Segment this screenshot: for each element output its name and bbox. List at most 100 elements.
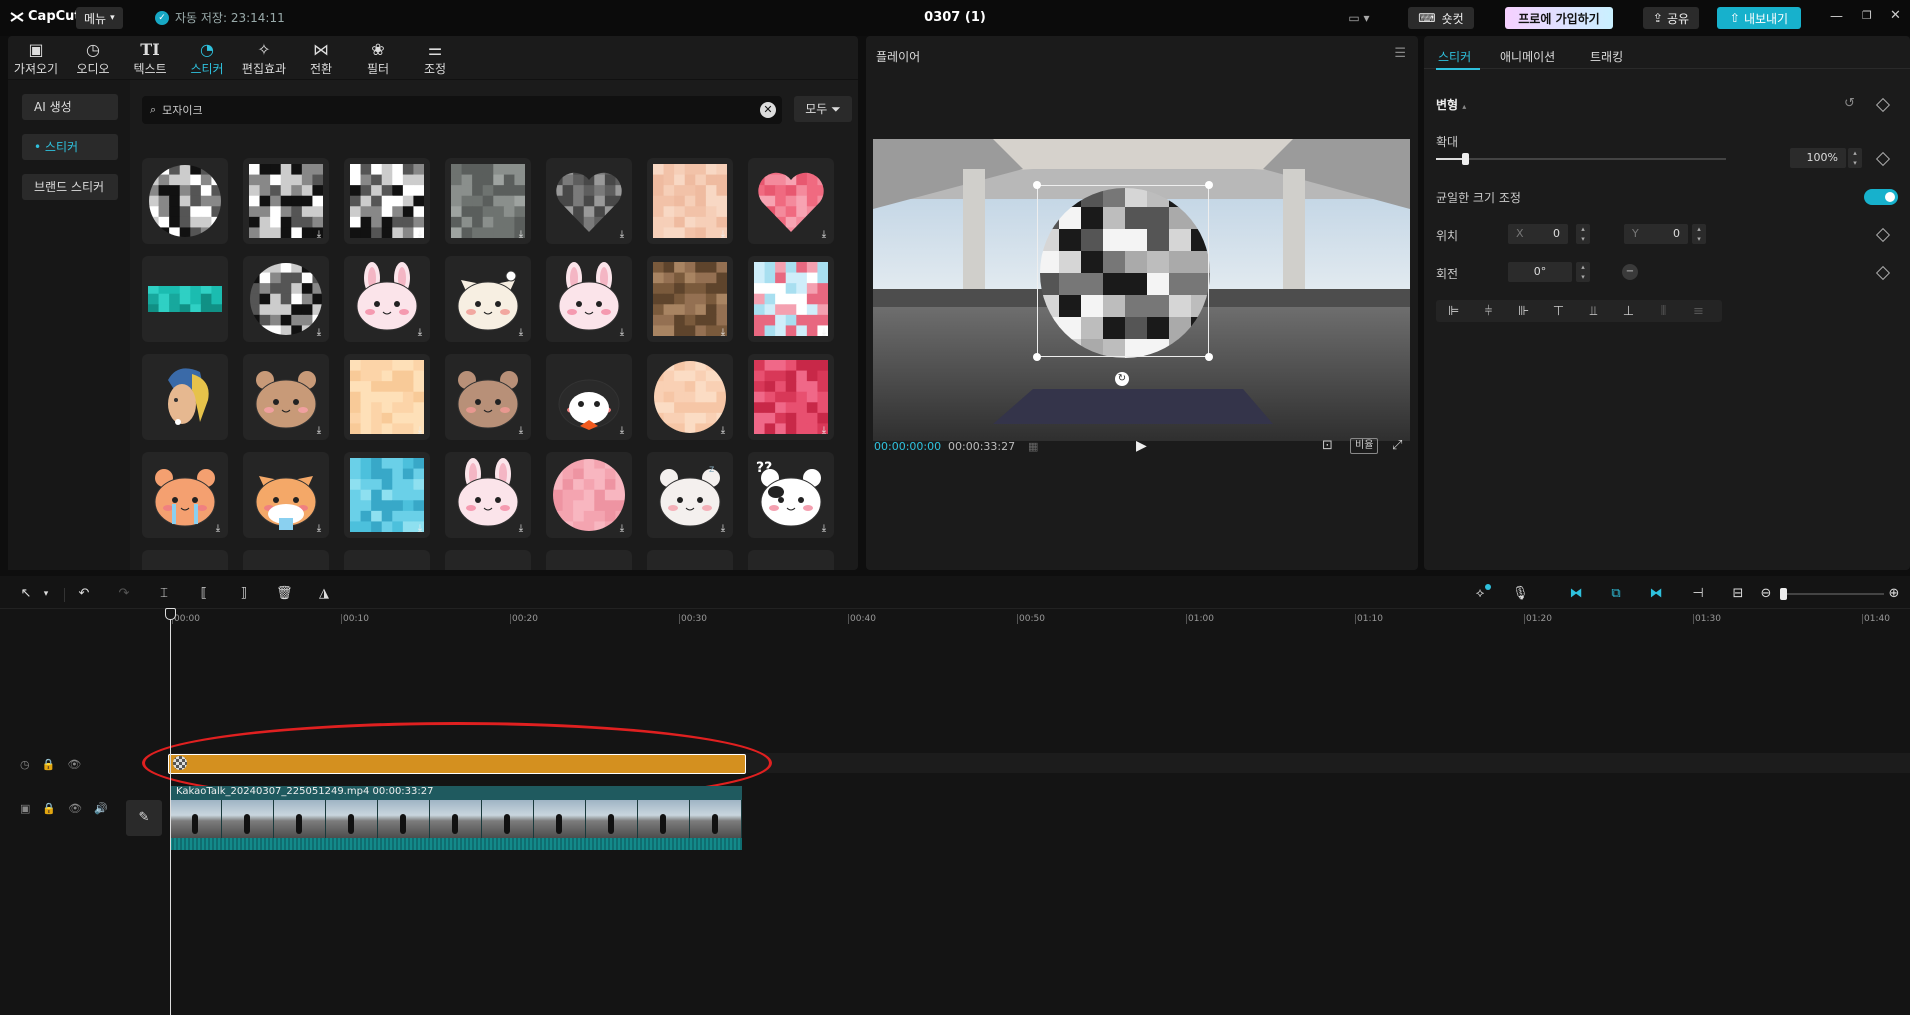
download-icon[interactable]: ⤓: [616, 523, 628, 535]
tab-transition[interactable]: ⋈ 전환: [293, 40, 349, 80]
download-icon[interactable]: ⤓: [414, 425, 426, 437]
sticker-tile-mosaic-square-red[interactable]: ⤓: [748, 354, 834, 440]
download-icon[interactable]: ⤓: [313, 425, 325, 437]
align-bottom-icon[interactable]: ⊥: [1611, 304, 1646, 319]
tab-animation[interactable]: 애니메이션: [1500, 48, 1555, 65]
menu-button[interactable]: 메뉴 ▾: [76, 7, 123, 29]
sticker-tile-partial[interactable]: [546, 550, 632, 570]
tab-import[interactable]: ▣ 가져오기: [8, 40, 64, 80]
split-right-icon[interactable]: ⟧: [236, 586, 252, 602]
position-y-field[interactable]: Y 0: [1624, 224, 1688, 244]
close-icon[interactable]: ✕: [1890, 8, 1901, 23]
section-title[interactable]: 변형 ▴: [1436, 96, 1466, 113]
time-ruler[interactable]: 00:00 00:10 00:20 00:30 00:40 00:50 01:00 01:10…: [120, 608, 1910, 630]
select-tool-icon[interactable]: ↖: [18, 586, 34, 602]
uniform-scale-toggle[interactable]: [1864, 189, 1898, 205]
sticker-tile-bunny-face-2[interactable]: ⤓: [546, 256, 632, 342]
redo-icon[interactable]: ↷: [116, 586, 132, 602]
scale-stepper[interactable]: ▴ ▾: [1848, 148, 1862, 168]
scale-slider[interactable]: [1436, 153, 1726, 165]
sticker-tile-mosaic-square-peach[interactable]: ⤓: [344, 354, 430, 440]
sticker-tile-cow-confused[interactable]: ?? ⤓: [748, 452, 834, 538]
download-icon[interactable]: ⤓: [717, 523, 729, 535]
tab-effects[interactable]: ✧ 편집효과: [236, 40, 292, 80]
timecode-grid-icon[interactable]: ▦: [1028, 440, 1038, 453]
sticker-tile-mosaic-square-pastel[interactable]: ⤓: [748, 256, 834, 342]
rotation-field[interactable]: 0°: [1508, 262, 1572, 282]
sticker-tile-mosaic-square-brown[interactable]: ⤓: [647, 256, 733, 342]
minimize-icon[interactable]: —: [1830, 9, 1843, 24]
zoom-out-icon[interactable]: ⊖: [1758, 586, 1774, 602]
reset-icon[interactable]: ↺: [1844, 96, 1855, 111]
search-input[interactable]: 모자이크: [162, 102, 202, 118]
distribute-h-icon[interactable]: ⫴: [1646, 304, 1681, 319]
keyframe-icon[interactable]: [1875, 265, 1891, 281]
resize-handle[interactable]: [1205, 353, 1213, 361]
download-icon[interactable]: ⤓: [515, 327, 527, 339]
sidebar-item-ai[interactable]: AI 생성: [22, 94, 118, 120]
sticker-tile-fluffy-bear[interactable]: ⤓: [445, 354, 531, 440]
download-icon[interactable]: ⤓: [313, 327, 325, 339]
download-icon[interactable]: ⤓: [616, 425, 628, 437]
zoom-slider-knob[interactable]: [1780, 588, 1787, 600]
share-button[interactable]: ⇪ 공유: [1643, 7, 1699, 29]
download-icon[interactable]: ⤓: [515, 229, 527, 241]
undo-icon[interactable]: ↶: [76, 586, 92, 602]
preview-axis-icon[interactable]: ⊣: [1690, 586, 1706, 602]
sticker-tile-partial[interactable]: [647, 550, 733, 570]
search-bar[interactable]: ⌕ 모자이크 ✕: [142, 96, 782, 124]
distribute-v-icon[interactable]: ≡: [1681, 304, 1716, 319]
tab-filter[interactable]: ❀ 필터: [350, 40, 406, 80]
sticker-tile-bear-face[interactable]: ⤓: [243, 354, 329, 440]
auto-snap-icon[interactable]: ⧉: [1608, 586, 1624, 602]
export-button[interactable]: ⇧ 내보내기: [1717, 7, 1801, 29]
shortcut-button[interactable]: ⌨ 숏컷: [1408, 7, 1474, 29]
sidebar-item-brand[interactable]: 브랜드 스티커: [22, 174, 118, 200]
download-icon[interactable]: ⤓: [414, 327, 426, 339]
download-icon[interactable]: ⤓: [818, 425, 830, 437]
align-left-icon[interactable]: ⊫: [1436, 304, 1471, 319]
fullscreen-icon[interactable]: ⤢: [1392, 438, 1402, 453]
keyframe-icon[interactable]: [1875, 151, 1891, 167]
linkage-icon[interactable]: ⧓: [1648, 586, 1664, 602]
snapshot-icon[interactable]: ⊡: [1322, 438, 1333, 453]
split-icon[interactable]: ⌶: [156, 586, 172, 602]
rotation-stepper[interactable]: ▴ ▾: [1576, 262, 1590, 282]
tab-audio[interactable]: ◷ 오디오: [65, 40, 121, 80]
chevron-down-icon[interactable]: ▾: [38, 586, 54, 602]
resize-handle[interactable]: [1033, 353, 1041, 361]
player-menu-icon[interactable]: ☰: [1394, 46, 1406, 61]
sidebar-item-sticker[interactable]: • 스티커: [22, 134, 118, 160]
download-icon[interactable]: ⤓: [818, 229, 830, 241]
video-clip[interactable]: KakaoTalk_20240307_225051249.mp4 00:00:3…: [170, 786, 742, 850]
sticker-tile-pearl-earring-girl[interactable]: [142, 354, 228, 440]
resize-handle[interactable]: [1033, 181, 1041, 189]
keyframe-icon[interactable]: [1875, 97, 1891, 113]
sticker-tile-mosaic-bar-teal[interactable]: [142, 256, 228, 342]
clear-search-icon[interactable]: ✕: [760, 102, 776, 118]
align-top-icon[interactable]: ⊤: [1541, 304, 1576, 319]
split-left-icon[interactable]: ⟦: [196, 586, 212, 602]
sticker-tile-bunny-face[interactable]: ⤓: [344, 256, 430, 342]
keyframe-icon[interactable]: [1875, 227, 1891, 243]
tab-tracking[interactable]: 트래킹: [1590, 48, 1623, 65]
download-icon[interactable]: ⤓: [616, 229, 628, 241]
position-x-stepper[interactable]: ▴ ▾: [1576, 224, 1590, 244]
sticker-tile-shiba-crying[interactable]: ⤓: [243, 452, 329, 538]
sticker-tile-penguin[interactable]: ⤓: [546, 354, 632, 440]
sticker-tile-tiger-crying[interactable]: ⤓: [142, 452, 228, 538]
ratio-button[interactable]: 비율: [1350, 438, 1379, 454]
sticker-tile-mosaic-circle-bw2[interactable]: ⤓: [243, 256, 329, 342]
tab-adjust[interactable]: ⚌ 조정: [407, 40, 463, 80]
eye-icon[interactable]: 👁: [67, 758, 81, 771]
download-icon[interactable]: ⤓: [414, 229, 426, 241]
zoom-slider[interactable]: [1780, 588, 1884, 600]
sticker-tile-bunny-face-3[interactable]: ⤓: [445, 452, 531, 538]
sticker-tile-partial[interactable]: [344, 550, 430, 570]
position-x-field[interactable]: X 0: [1508, 224, 1568, 244]
download-icon[interactable]: ⤓: [212, 523, 224, 535]
video-preview[interactable]: ↻: [873, 139, 1410, 441]
scale-slider-knob[interactable]: [1462, 153, 1469, 165]
speaker-icon[interactable]: 🔊: [94, 802, 108, 815]
scale-value-field[interactable]: 100%: [1790, 148, 1846, 168]
